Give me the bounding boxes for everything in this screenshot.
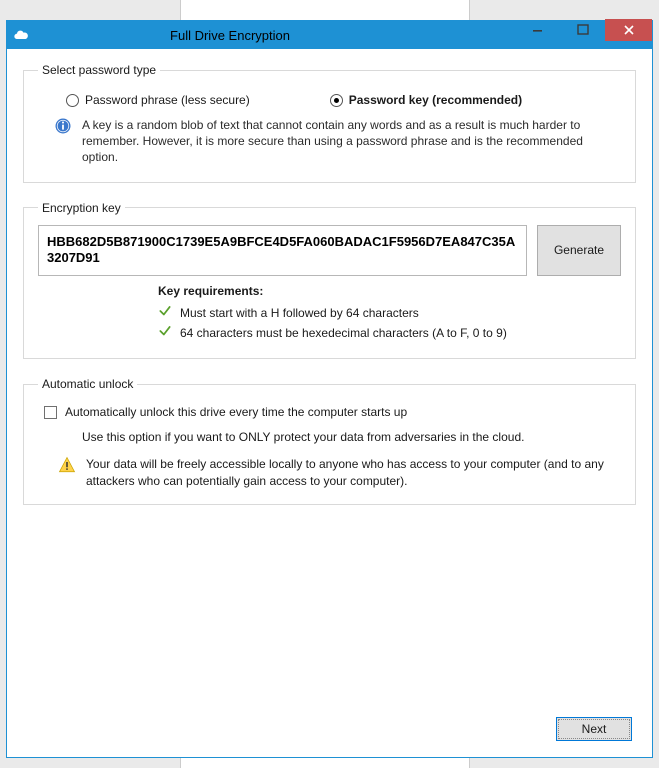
checkbox-icon [44,406,57,419]
close-button[interactable] [605,19,652,41]
window-controls [515,21,652,49]
encryption-key-field[interactable]: HBB682D5B871900C1739E5A9BFCE4D5FA060BADA… [38,225,527,277]
key-requirement-item: 64 characters must be hexedecimal charac… [158,324,621,341]
key-requirement-text: Must start with a H followed by 64 chara… [180,306,419,320]
dialog-footer: Next [23,711,636,747]
info-icon [54,117,72,166]
maximize-button[interactable] [560,19,605,41]
auto-unlock-warning-row: Your data will be freely accessible loca… [38,456,621,490]
radio-icon [66,94,79,107]
minimize-button[interactable] [515,19,560,41]
password-type-legend: Select password type [38,63,160,77]
check-icon [158,304,172,321]
title-bar[interactable]: Full Drive Encryption [7,21,652,49]
password-type-info-text: A key is a random blob of text that cann… [82,117,613,166]
automatic-unlock-legend: Automatic unlock [38,377,137,391]
auto-unlock-info: Use this option if you want to ONLY prot… [38,429,621,446]
radio-label: Password phrase (less secure) [85,93,250,107]
next-button[interactable]: Next [556,717,632,741]
password-type-info-row: A key is a random blob of text that cann… [38,117,621,168]
key-requirements: Key requirements: Must start with a H fo… [38,276,621,341]
next-button-label: Next [582,722,607,736]
radio-icon [330,94,343,107]
client-area: Select password type Password phrase (le… [7,49,652,757]
auto-unlock-checkbox-row[interactable]: Automatically unlock this drive every ti… [38,401,621,429]
radio-password-phrase[interactable]: Password phrase (less secure) [66,93,250,107]
password-type-radios: Password phrase (less secure) Password k… [38,87,621,117]
warning-icon [58,456,76,477]
encryption-key-row: HBB682D5B871900C1739E5A9BFCE4D5FA060BADA… [38,225,621,277]
window-title: Full Drive Encryption [0,28,515,43]
check-icon [158,324,172,341]
radio-password-key[interactable]: Password key (recommended) [330,93,522,107]
automatic-unlock-group: Automatic unlock Automatically unlock th… [23,377,636,504]
password-type-group: Select password type Password phrase (le… [23,63,636,183]
auto-unlock-info-line1: Use this option if you want to ONLY prot… [82,429,621,446]
auto-unlock-checkbox-label: Automatically unlock this drive every ti… [65,405,407,419]
generate-button[interactable]: Generate [537,225,621,277]
key-requirement-item: Must start with a H followed by 64 chara… [158,304,621,321]
generate-button-label: Generate [554,243,604,257]
auto-unlock-info-line2: Your data will be freely accessible loca… [86,456,621,490]
encryption-key-group: Encryption key HBB682D5B871900C1739E5A9B… [23,201,636,360]
encryption-key-legend: Encryption key [38,201,125,215]
key-requirements-title: Key requirements: [158,284,621,298]
radio-label: Password key (recommended) [349,93,522,107]
key-requirement-text: 64 characters must be hexedecimal charac… [180,326,507,340]
dialog-window: Full Drive Encryption Select password ty… [6,20,653,758]
